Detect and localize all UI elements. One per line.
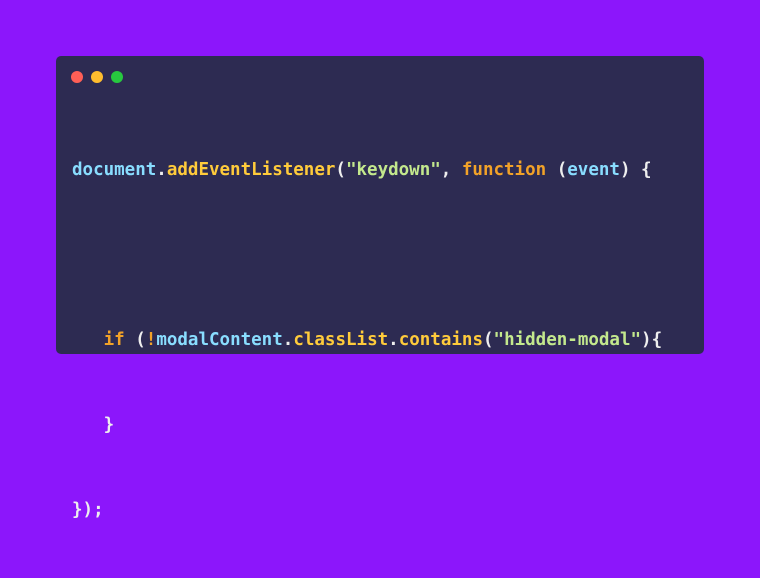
token: document xyxy=(72,160,157,180)
code-block: document.addEventListener("keydown", fun… xyxy=(72,113,662,578)
token: ( xyxy=(556,160,568,180)
token: modalContent xyxy=(156,330,283,350)
code-line-4: } xyxy=(72,415,115,435)
token: ) { xyxy=(619,160,652,180)
code-line-1: document.addEventListener("keydown", fun… xyxy=(72,153,662,198)
token: "keydown" xyxy=(345,160,441,180)
token: addEventListener xyxy=(166,160,336,180)
minimize-dot-icon[interactable] xyxy=(91,71,103,83)
code-line-5: }); xyxy=(72,500,104,520)
code-line-3: if (!modalContent.classList.contains("hi… xyxy=(72,323,663,368)
token: classList xyxy=(293,330,389,350)
token: . xyxy=(282,330,294,350)
token: ! xyxy=(145,330,157,350)
token: function xyxy=(461,160,547,180)
token: ( xyxy=(335,160,346,180)
token: ){ xyxy=(641,330,663,350)
token: ( xyxy=(482,330,494,350)
maximize-dot-icon[interactable] xyxy=(111,71,123,83)
token: . xyxy=(388,330,399,350)
token: contains xyxy=(398,330,483,350)
code-window: document.addEventListener("keydown", fun… xyxy=(56,56,704,520)
token: event xyxy=(567,160,620,180)
token: , xyxy=(440,160,462,180)
close-dot-icon[interactable] xyxy=(71,71,83,83)
token: ( xyxy=(135,330,146,350)
token: if xyxy=(103,330,125,350)
token: . xyxy=(156,160,167,180)
token: "hidden-modal" xyxy=(493,330,642,350)
